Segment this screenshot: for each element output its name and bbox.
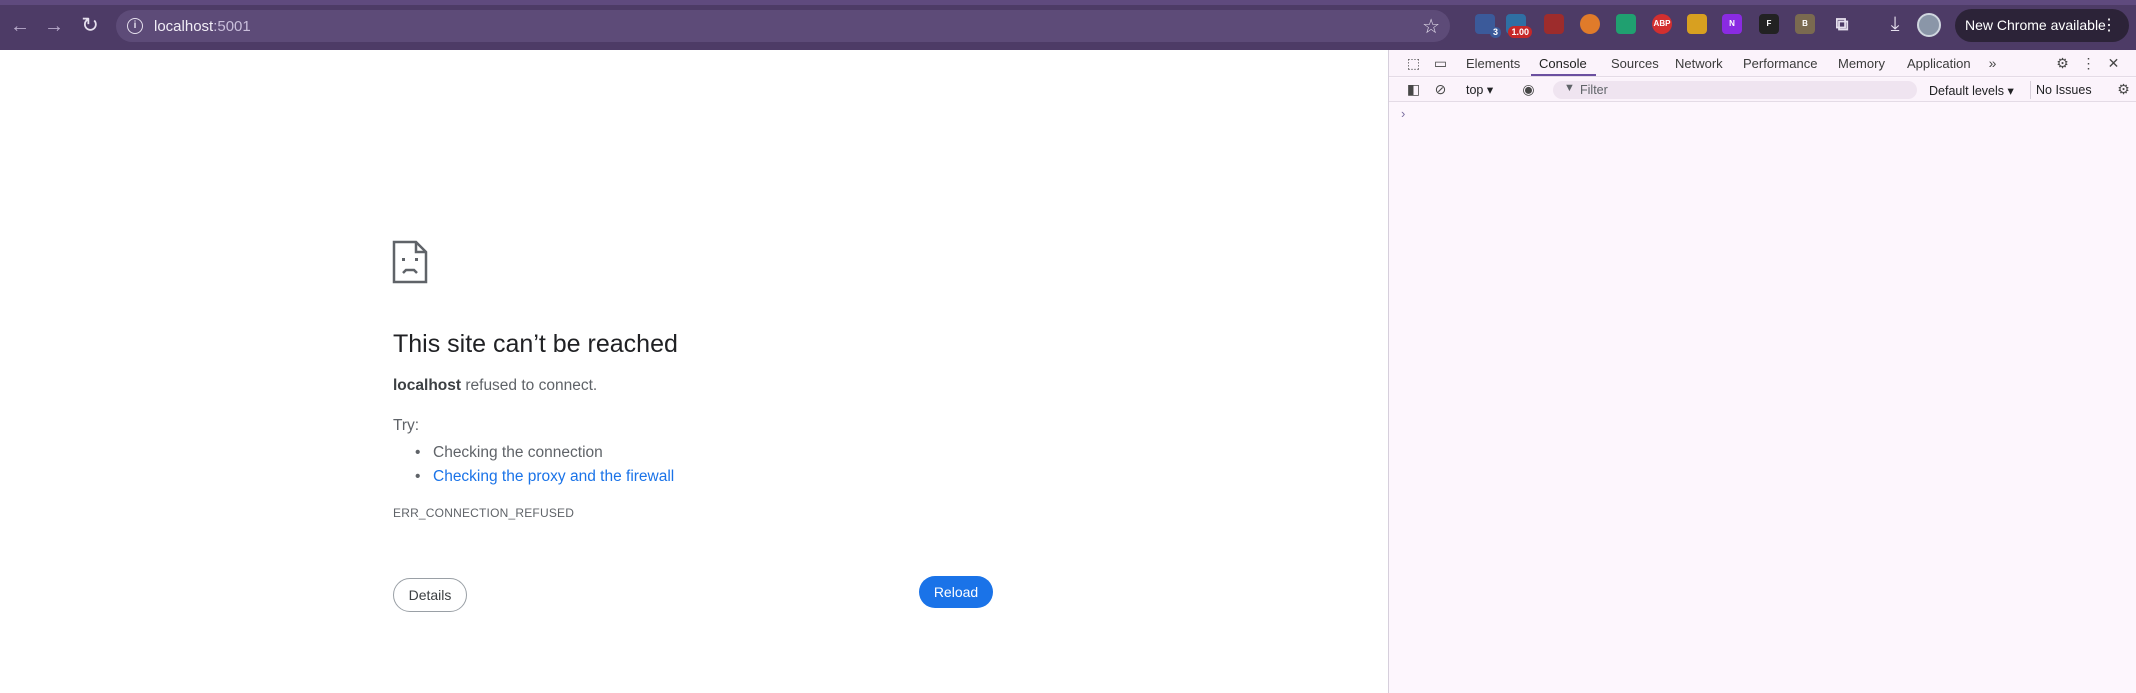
inspect-element-icon[interactable]: ⬚ (1405, 55, 1422, 72)
error-host: localhost (393, 377, 462, 394)
try-label: Try: (393, 417, 420, 434)
suggestion-link[interactable]: Checking the proxy and the firewall (393, 465, 674, 489)
close-icon[interactable]: ✕ (2105, 55, 2122, 72)
bitwarden-extension-icon[interactable]: 3 (1475, 14, 1501, 38)
devtools-menu-icon[interactable]: ⋮ (2080, 55, 2097, 72)
update-chrome-button[interactable]: New Chrome available ⋮ (1955, 9, 2129, 42)
f-label: F (1766, 19, 1772, 28)
bookmark-star-icon[interactable]: ☆ (1422, 14, 1440, 39)
green-extension-icon[interactable] (1616, 14, 1636, 34)
levels-label: Default levels (1929, 84, 2005, 98)
tab-console[interactable]: Console (1539, 56, 1587, 71)
tab-performance[interactable]: Performance (1743, 56, 1817, 71)
extension-badge: 1.00 (1508, 26, 1532, 38)
extensions-puzzle-icon[interactable]: ⧉ (1832, 14, 1852, 34)
tab-strip (0, 0, 2136, 5)
notion-extension-icon[interactable]: N (1722, 14, 1742, 34)
url-port: :5001 (213, 18, 251, 35)
back-arrow-icon[interactable]: ← (7, 13, 33, 39)
devtools-panel: ⬚ ▭ Elements Console Sources Network Per… (1388, 50, 2136, 693)
profile-avatar[interactable] (1917, 13, 1941, 37)
abp-label: ABP (1653, 19, 1671, 28)
b-extension-icon[interactable]: B (1795, 14, 1815, 34)
issues-counter[interactable]: No Issues (2036, 83, 2092, 97)
reload-icon[interactable]: ↻ (77, 13, 103, 39)
more-tabs-icon[interactable]: » (1984, 55, 2001, 72)
url-text[interactable]: localhost:5001 (154, 18, 251, 35)
error-code: ERR_CONNECTION_REFUSED (393, 506, 575, 520)
console-filter-input[interactable]: ▼ Filter (1553, 81, 1917, 99)
context-selector[interactable]: top ▾ (1466, 82, 1493, 97)
page-content (0, 50, 1388, 693)
download-icon[interactable]: ⤓ (1884, 13, 1906, 35)
gauge-extension-icon[interactable]: 1.00 (1506, 14, 1532, 38)
device-toolbar-icon[interactable]: ▭ (1432, 55, 1449, 72)
error-description: localhost refused to connect. (393, 377, 597, 395)
b-label: B (1802, 19, 1808, 28)
tab-memory[interactable]: Memory (1838, 56, 1885, 71)
browser-toolbar: ← → ↻ i localhost:5001 ☆ 3 1.00 ABP N F … (0, 0, 2136, 50)
error-title: This site can’t be reached (393, 330, 678, 358)
settings-gear-icon[interactable]: ⚙ (2054, 55, 2071, 72)
adblock-plus-icon[interactable]: ABP (1652, 14, 1672, 34)
pen-extension-icon[interactable] (1687, 14, 1707, 34)
reload-button[interactable]: Reload (919, 576, 993, 608)
f-extension-icon[interactable]: F (1759, 14, 1779, 34)
eye-icon[interactable]: ◉ (1520, 81, 1537, 98)
details-button[interactable]: Details (393, 578, 467, 612)
forward-arrow-icon[interactable]: → (41, 13, 67, 39)
update-label: New Chrome available (1965, 17, 2106, 33)
site-info-icon[interactable]: i (127, 18, 143, 34)
tab-elements[interactable]: Elements (1466, 56, 1520, 71)
toolbar-divider (2030, 81, 2031, 99)
sidebar-toggle-icon[interactable]: ◧ (1405, 81, 1422, 98)
context-label: top (1466, 83, 1484, 97)
active-tab-indicator (1531, 74, 1596, 76)
notion-label: N (1729, 19, 1735, 28)
suggestion-item: Checking the connection (393, 441, 674, 465)
console-settings-gear-icon[interactable]: ⚙ (2115, 81, 2132, 98)
tab-network[interactable]: Network (1675, 56, 1723, 71)
url-host: localhost (154, 18, 214, 35)
metamask-fox-icon[interactable] (1580, 14, 1600, 34)
address-bar[interactable]: i localhost:5001 ☆ (116, 10, 1450, 42)
extension-badge: 3 (1489, 27, 1501, 38)
devtools-tabbar: ⬚ ▭ Elements Console Sources Network Per… (1389, 50, 2136, 77)
console-prompt[interactable]: › (1401, 106, 1405, 121)
console-toolbar: ◧ ⊘ top ▾ ◉ ▼ Filter Default levels ▾ No… (1389, 78, 2136, 102)
log-levels-dropdown[interactable]: Default levels ▾ (1929, 83, 2014, 98)
screen-recorder-extension-icon[interactable] (1544, 14, 1564, 34)
suggestion-list: Checking the connection Checking the pro… (393, 441, 674, 489)
clear-console-icon[interactable]: ⊘ (1432, 81, 1449, 98)
filter-placeholder: Filter (1580, 83, 1608, 97)
filter-icon: ▼ (1564, 82, 1575, 94)
error-message: refused to connect. (461, 377, 598, 394)
tab-application[interactable]: Application (1907, 56, 1971, 71)
kebab-menu-icon: ⋮ (2101, 17, 2117, 34)
tab-sources[interactable]: Sources (1611, 56, 1659, 71)
sad-page-icon (392, 240, 428, 284)
